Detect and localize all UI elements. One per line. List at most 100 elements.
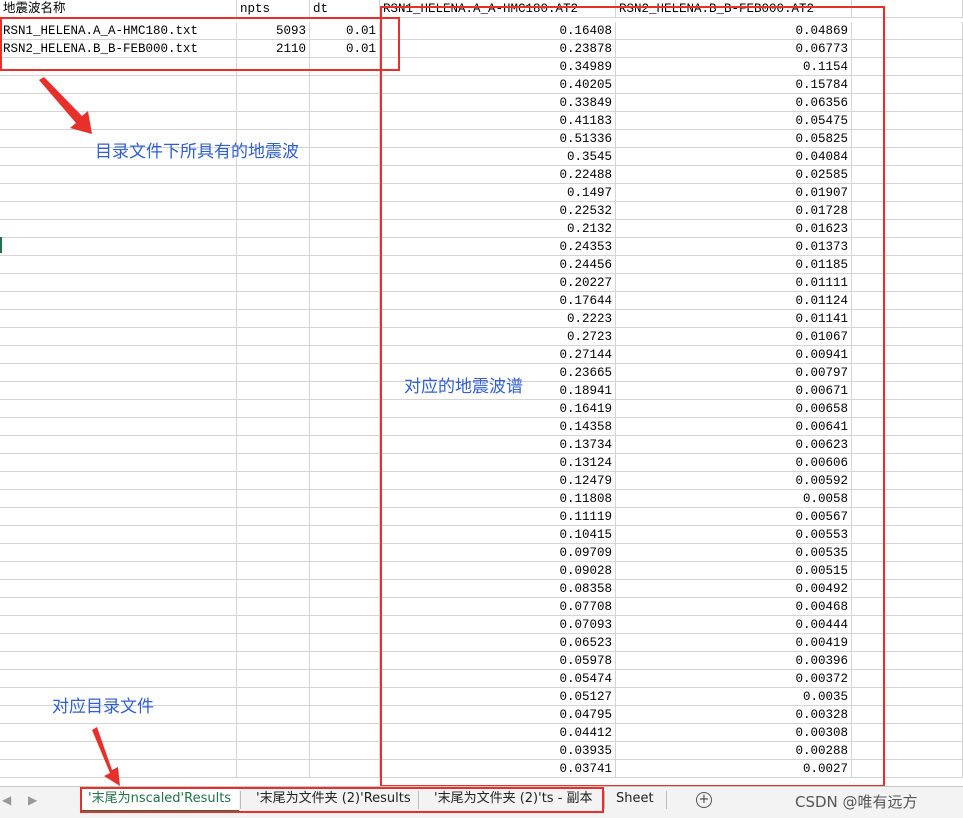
empty-cell[interactable]	[310, 166, 380, 184]
empty-cell[interactable]	[0, 436, 237, 454]
empty-cell[interactable]	[0, 472, 237, 490]
empty-cell[interactable]	[0, 220, 237, 238]
empty-cell[interactable]	[0, 652, 237, 670]
empty-cell[interactable]	[0, 562, 237, 580]
empty-cell[interactable]	[237, 292, 310, 310]
empty-cell[interactable]	[310, 418, 380, 436]
empty-cell[interactable]	[237, 220, 310, 238]
empty-cell[interactable]	[310, 652, 380, 670]
empty-cell[interactable]	[0, 400, 237, 418]
empty-cell[interactable]	[237, 418, 310, 436]
empty-cell[interactable]	[310, 688, 380, 706]
empty-cell[interactable]	[310, 310, 380, 328]
empty-cell[interactable]	[310, 670, 380, 688]
empty-cell[interactable]	[237, 688, 310, 706]
empty-cell[interactable]	[310, 544, 380, 562]
empty-cell[interactable]	[237, 364, 310, 382]
empty-cell[interactable]	[237, 310, 310, 328]
empty-cell[interactable]	[0, 346, 237, 364]
empty-cell[interactable]	[237, 112, 310, 130]
empty-cell[interactable]	[0, 634, 237, 652]
empty-cell[interactable]	[237, 256, 310, 274]
empty-cell[interactable]	[310, 148, 380, 166]
header-cell-name[interactable]: 地震波名称	[0, 0, 237, 18]
empty-cell[interactable]	[237, 742, 310, 760]
empty-cell[interactable]	[0, 328, 237, 346]
empty-cell[interactable]	[310, 760, 380, 778]
add-sheet-icon[interactable]: +	[696, 792, 712, 808]
empty-cell[interactable]	[310, 112, 380, 130]
empty-cell[interactable]	[0, 256, 237, 274]
header-cell-npts[interactable]: npts	[237, 0, 310, 18]
empty-cell[interactable]	[0, 166, 237, 184]
empty-cell[interactable]	[0, 418, 237, 436]
empty-cell[interactable]	[0, 454, 237, 472]
empty-cell[interactable]	[310, 220, 380, 238]
empty-cell[interactable]	[237, 166, 310, 184]
empty-cell[interactable]	[310, 472, 380, 490]
empty-cell[interactable]	[237, 436, 310, 454]
empty-cell[interactable]	[0, 202, 237, 220]
empty-cell[interactable]	[237, 634, 310, 652]
empty-cell[interactable]	[237, 274, 310, 292]
empty-cell[interactable]	[0, 616, 237, 634]
empty-cell[interactable]	[237, 544, 310, 562]
empty-cell[interactable]	[310, 238, 380, 256]
empty-cell[interactable]	[237, 706, 310, 724]
empty-cell[interactable]	[237, 454, 310, 472]
empty-cell[interactable]	[237, 328, 310, 346]
empty-cell[interactable]	[0, 508, 237, 526]
empty-cell[interactable]	[310, 364, 380, 382]
empty-cell[interactable]	[310, 292, 380, 310]
empty-cell[interactable]	[0, 490, 237, 508]
empty-cell[interactable]	[310, 436, 380, 454]
empty-cell[interactable]	[237, 382, 310, 400]
empty-cell[interactable]	[237, 400, 310, 418]
empty-cell[interactable]	[0, 292, 237, 310]
empty-cell[interactable]	[0, 670, 237, 688]
empty-cell[interactable]	[310, 598, 380, 616]
empty-cell[interactable]	[237, 472, 310, 490]
empty-cell[interactable]	[0, 598, 237, 616]
empty-cell[interactable]	[237, 508, 310, 526]
empty-cell[interactable]	[310, 706, 380, 724]
empty-cell[interactable]	[237, 202, 310, 220]
empty-cell[interactable]	[237, 490, 310, 508]
empty-cell[interactable]	[310, 184, 380, 202]
scroll-right-icon[interactable]: ▶	[28, 793, 37, 807]
empty-cell[interactable]	[237, 652, 310, 670]
empty-cell[interactable]	[237, 526, 310, 544]
scroll-left-icon[interactable]: ◀	[2, 793, 11, 807]
empty-cell[interactable]	[0, 580, 237, 598]
empty-cell[interactable]	[237, 94, 310, 112]
empty-cell[interactable]	[310, 508, 380, 526]
empty-cell[interactable]	[310, 490, 380, 508]
empty-cell[interactable]	[0, 184, 237, 202]
empty-cell[interactable]	[0, 274, 237, 292]
empty-cell[interactable]	[237, 724, 310, 742]
empty-cell[interactable]	[237, 580, 310, 598]
empty-cell[interactable]	[310, 580, 380, 598]
empty-cell[interactable]	[310, 742, 380, 760]
empty-cell[interactable]	[237, 670, 310, 688]
empty-cell[interactable]	[310, 400, 380, 418]
empty-cell[interactable]	[237, 76, 310, 94]
empty-cell[interactable]	[0, 526, 237, 544]
tab-sheet[interactable]: Sheet	[608, 787, 662, 813]
empty-cell[interactable]	[0, 544, 237, 562]
empty-cell[interactable]	[0, 238, 237, 256]
header-cell-dt[interactable]: dt	[310, 0, 380, 18]
empty-cell[interactable]	[237, 598, 310, 616]
empty-cell[interactable]	[310, 616, 380, 634]
empty-cell[interactable]	[237, 616, 310, 634]
empty-cell[interactable]	[237, 562, 310, 580]
empty-cell[interactable]	[237, 346, 310, 364]
empty-cell[interactable]	[310, 454, 380, 472]
empty-cell[interactable]	[237, 184, 310, 202]
empty-cell[interactable]	[310, 382, 380, 400]
empty-cell[interactable]	[310, 724, 380, 742]
spreadsheet-grid[interactable]: 地震波名称 npts dt RSN1_HELENA.A_A-HMC180.AT2…	[0, 0, 963, 786]
empty-cell[interactable]	[310, 634, 380, 652]
empty-cell[interactable]	[310, 274, 380, 292]
empty-cell[interactable]	[310, 562, 380, 580]
